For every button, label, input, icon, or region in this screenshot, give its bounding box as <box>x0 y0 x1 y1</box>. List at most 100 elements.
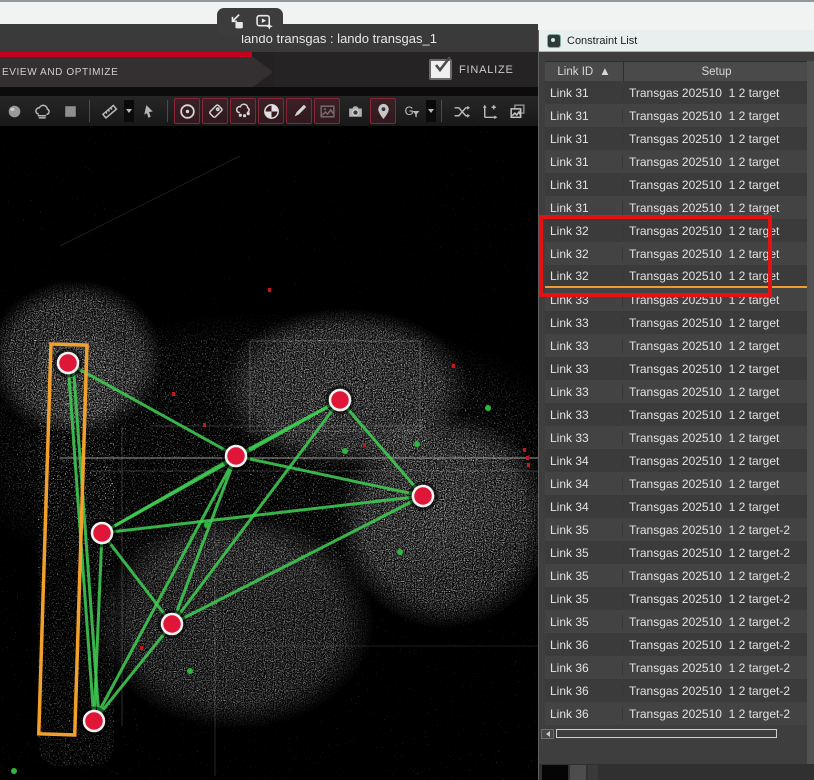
square-select-icon[interactable] <box>57 98 83 124</box>
constraint-row[interactable]: Link 36Transgas 202510 1 2 target-2 <box>545 633 809 656</box>
camera-icon[interactable] <box>342 98 368 124</box>
constraint-row[interactable]: Link 32Transgas 202510 1 2 target <box>545 265 809 288</box>
constraint-row[interactable]: Link 33Transgas 202510 1 2 target <box>545 380 809 403</box>
setup-cell: Transgas 202510 1 2 target <box>623 247 809 261</box>
setup-cell: Transgas 202510 1 2 target-2 <box>623 661 809 675</box>
edit-pen-icon[interactable] <box>286 98 312 124</box>
sort-ascending-icon: ▲ <box>599 66 610 78</box>
constraint-row[interactable]: Link 34Transgas 202510 1 2 target <box>545 495 809 518</box>
setup-node[interactable] <box>413 486 433 506</box>
sphere-target-icon[interactable] <box>258 98 284 124</box>
link-id-cell: Link 33 <box>545 339 623 353</box>
constraint-row[interactable]: Link 36Transgas 202510 1 2 target-2 <box>545 702 809 725</box>
point-cloud-viewport[interactable] <box>0 126 538 780</box>
link-id-cell: Link 31 <box>545 132 623 146</box>
group-filter-icon[interactable]: G <box>398 98 424 124</box>
constraint-row[interactable]: Link 31Transgas 202510 1 2 target <box>545 127 809 150</box>
dropdown-caret-icon[interactable] <box>426 100 436 122</box>
minor-target-dot <box>414 441 420 447</box>
constraint-row[interactable]: Link 35Transgas 202510 1 2 target-2 <box>545 541 809 564</box>
setup-cell: Transgas 202510 1 2 target <box>623 477 809 491</box>
constraint-row[interactable]: Link 33Transgas 202510 1 2 target <box>545 357 809 380</box>
app-window: lando transgas : lando transgas_1 EVIEW … <box>0 0 814 780</box>
constraint-row[interactable]: Link 36Transgas 202510 1 2 target-2 <box>545 656 809 679</box>
constraint-rows: Link 31Transgas 202510 1 2 targetLink 31… <box>545 81 809 725</box>
cloud-target-icon[interactable] <box>230 98 256 124</box>
setup-cell: Transgas 202510 1 2 target <box>623 339 809 353</box>
constraint-row[interactable]: Link 35Transgas 202510 1 2 target-2 <box>545 610 809 633</box>
annotation-mark <box>268 288 271 292</box>
toolbar-divider <box>167 100 168 122</box>
constraint-row[interactable]: Link 35Transgas 202510 1 2 target-2 <box>545 518 809 541</box>
progress-accent-line <box>0 52 252 57</box>
constraint-row[interactable]: Link 31Transgas 202510 1 2 target <box>545 150 809 173</box>
constraint-row[interactable]: Link 33Transgas 202510 1 2 target <box>545 334 809 357</box>
constraint-row[interactable]: Link 33Transgas 202510 1 2 target <box>545 288 809 311</box>
setup-cell: Transgas 202510 1 2 target <box>623 109 809 123</box>
sphere-icon[interactable] <box>1 98 27 124</box>
constraint-row[interactable]: Link 31Transgas 202510 1 2 target <box>545 81 809 104</box>
link-id-cell: Link 36 <box>545 684 623 698</box>
video-assist-icon[interactable] <box>255 12 274 31</box>
tab-finalize[interactable]: FINALIZE <box>274 52 538 87</box>
constraint-row[interactable]: Link 33Transgas 202510 1 2 target <box>545 311 809 334</box>
constraint-row[interactable]: Link 36Transgas 202510 1 2 target-2 <box>545 679 809 702</box>
location-pin-icon[interactable] <box>370 98 396 124</box>
dropdown-caret-icon[interactable] <box>124 100 134 122</box>
shrink-view-icon[interactable] <box>227 12 246 31</box>
column-header-link-id[interactable]: Link ID ▲ <box>545 62 624 82</box>
annotation-mark <box>140 646 143 650</box>
setup-cell: Transgas 202510 1 2 target <box>623 316 809 330</box>
constraint-list-icon <box>547 34 561 48</box>
setup-node[interactable] <box>330 390 350 410</box>
constraint-row[interactable]: Link 32Transgas 202510 1 2 target <box>545 219 809 242</box>
floating-capture-toolbar[interactable] <box>217 8 283 35</box>
pick-cursor-icon[interactable] <box>135 98 161 124</box>
annotation-mark <box>172 392 175 396</box>
link-id-cell: Link 34 <box>545 477 623 491</box>
constraint-row[interactable]: Link 33Transgas 202510 1 2 target <box>545 403 809 426</box>
link-id-cell: Link 34 <box>545 454 623 468</box>
constraint-row[interactable]: Link 34Transgas 202510 1 2 target <box>545 472 809 495</box>
constraint-row[interactable]: Link 33Transgas 202510 1 2 target <box>545 426 809 449</box>
setup-node[interactable] <box>92 523 112 543</box>
minor-target-dot <box>11 768 17 774</box>
setup-cell: Transgas 202510 1 2 target <box>623 408 809 422</box>
setup-cell: Transgas 202510 1 2 target-2 <box>623 707 809 721</box>
point-cloud-icon[interactable] <box>29 98 55 124</box>
setup-node[interactable] <box>84 711 104 731</box>
vertical-scrollbar[interactable] <box>807 61 814 765</box>
top-bar <box>0 2 814 24</box>
scroll-left-button[interactable] <box>541 729 554 739</box>
link-id-cell: Link 34 <box>545 500 623 514</box>
tab-review-and-optimize[interactable]: EVIEW AND OPTIMIZE <box>0 57 274 87</box>
constraint-row[interactable]: Link 31Transgas 202510 1 2 target <box>545 173 809 196</box>
bottom-strip-block <box>542 765 568 780</box>
constraint-row[interactable]: Link 31Transgas 202510 1 2 target <box>545 196 809 219</box>
constraint-row[interactable]: Link 31Transgas 202510 1 2 target <box>545 104 809 127</box>
constraint-row[interactable]: Link 35Transgas 202510 1 2 target-2 <box>545 587 809 610</box>
constraint-row[interactable]: Link 34Transgas 202510 1 2 target <box>545 449 809 472</box>
column-header-setup[interactable]: Setup <box>624 62 809 82</box>
shuffle-icon[interactable] <box>448 98 474 124</box>
axes-icon[interactable] <box>476 98 502 124</box>
image-stack-icon[interactable] <box>504 98 530 124</box>
setup-cell: Transgas 202510 1 2 target <box>623 269 809 283</box>
constraint-row[interactable]: Link 32Transgas 202510 1 2 target <box>545 242 809 265</box>
setup-node[interactable] <box>226 446 246 466</box>
horizontal-scrollbar[interactable] <box>541 728 791 739</box>
constraint-row[interactable]: Link 35Transgas 202510 1 2 target-2 <box>545 564 809 587</box>
setup-cell: Transgas 202510 1 2 target-2 <box>623 615 809 629</box>
image-target-icon[interactable] <box>314 98 340 124</box>
measure-icon[interactable] <box>96 98 122 124</box>
setup-cell: Transgas 202510 1 2 target <box>623 385 809 399</box>
toolbar-divider <box>441 100 442 122</box>
setup-node[interactable] <box>162 614 182 634</box>
setup-cell: Transgas 202510 1 2 target-2 <box>623 569 809 583</box>
constraint-list-titlebar[interactable]: Constraint List <box>539 30 814 52</box>
setup-cell: Transgas 202510 1 2 target <box>623 362 809 376</box>
setup-node[interactable] <box>58 353 78 373</box>
target-icon[interactable] <box>174 98 200 124</box>
tag-icon[interactable] <box>202 98 228 124</box>
scrollbar-thumb[interactable] <box>556 729 777 738</box>
